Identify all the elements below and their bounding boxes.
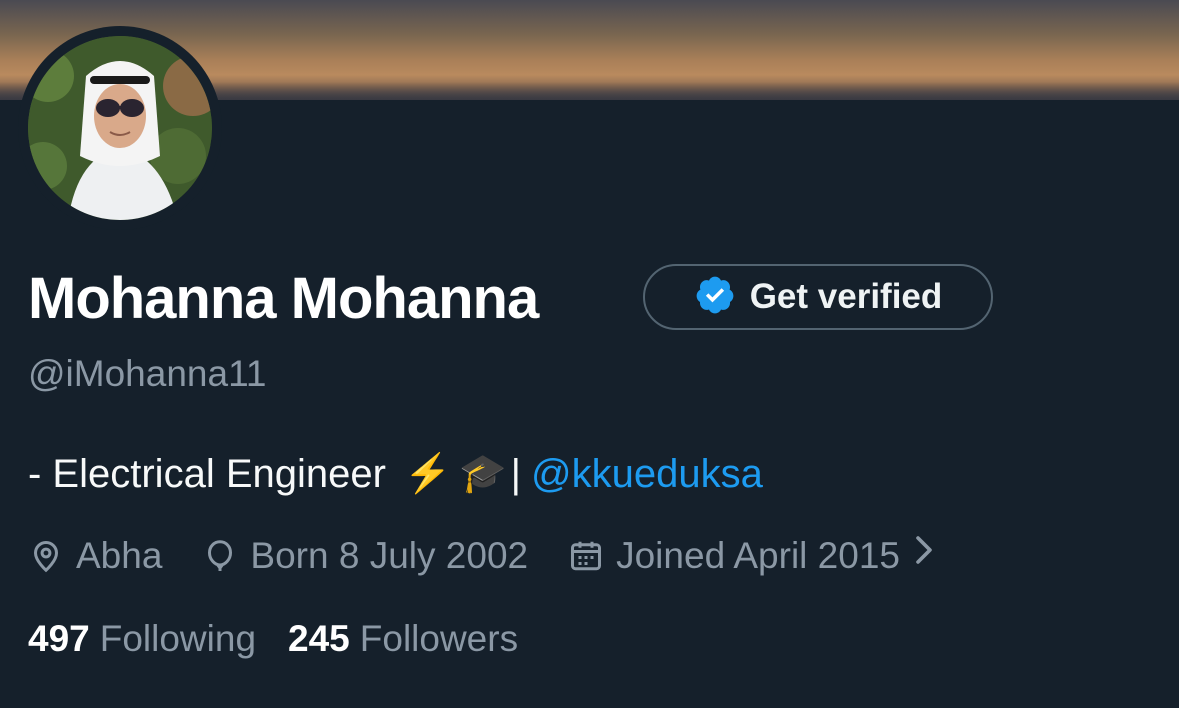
profile-metadata: Abha Born 8 July 2002 Joined April 2015 xyxy=(28,532,938,579)
followers-count: 245 xyxy=(288,618,350,659)
bio-text: - Electrical Engineer xyxy=(28,452,386,496)
balloon-icon xyxy=(208,539,233,571)
get-verified-button[interactable]: Get verified xyxy=(643,264,993,330)
birthday-text: Born 8 July 2002 xyxy=(250,534,529,576)
user-handle: @iMohanna11 xyxy=(28,353,267,394)
followers-link[interactable]: 245 Followers xyxy=(288,616,518,662)
location-text: Abha xyxy=(76,534,163,576)
lightning-emoji: ⚡ xyxy=(403,453,452,495)
joined-text: Joined April 2015 xyxy=(616,534,900,576)
bio: - Electrical Engineer ⚡ 🎓 | @kkueduksa xyxy=(28,448,763,500)
bio-mention-link[interactable]: @kkueduksa xyxy=(531,448,763,500)
joined-item[interactable]: Joined April 2015 xyxy=(568,533,900,579)
following-label: Following xyxy=(99,618,257,659)
birthday-item: Born 8 July 2002 xyxy=(202,533,528,579)
chevron-right-icon[interactable] xyxy=(910,532,938,579)
avatar-image xyxy=(28,36,212,220)
bio-separator: | xyxy=(510,452,521,496)
graduation-cap-emoji: 🎓 xyxy=(459,453,507,495)
display-name: Mohanna Mohanna xyxy=(28,266,539,331)
following-count: 497 xyxy=(28,618,90,659)
avatar[interactable] xyxy=(28,36,212,220)
followers-label: Followers xyxy=(359,618,519,659)
verified-badge-icon xyxy=(694,274,736,321)
following-link[interactable]: 497 Following xyxy=(28,616,256,662)
follow-stats: 497 Following 245 Followers xyxy=(28,616,550,662)
location-pin-icon xyxy=(33,540,59,572)
location-item: Abha xyxy=(28,533,162,579)
get-verified-label: Get verified xyxy=(749,277,943,316)
calendar-icon xyxy=(571,541,602,570)
